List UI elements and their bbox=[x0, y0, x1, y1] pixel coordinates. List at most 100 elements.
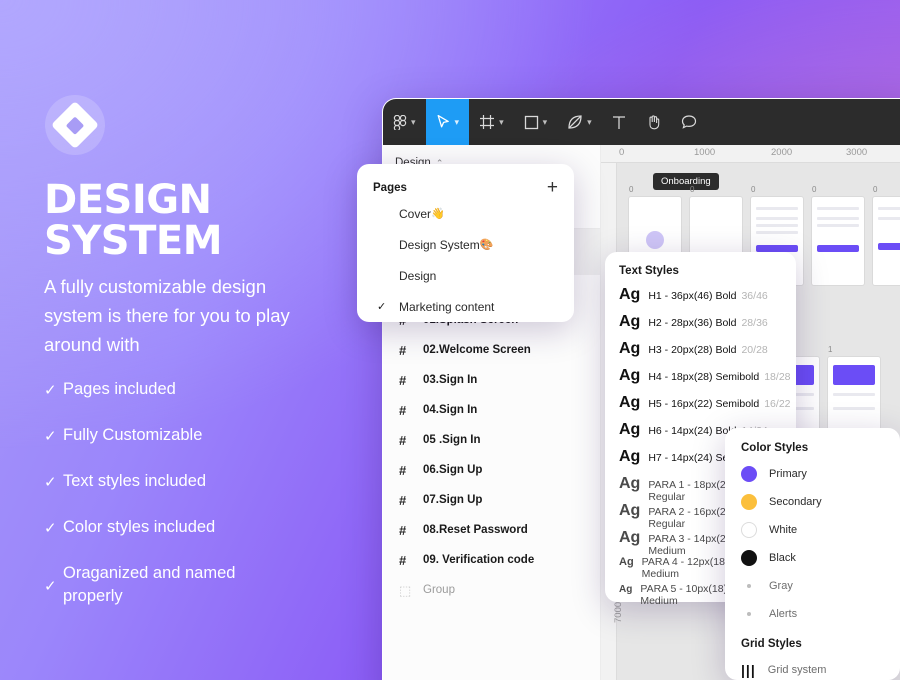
list-item[interactable]: #07.Sign Up bbox=[383, 485, 600, 515]
check-icon: ✓ bbox=[377, 301, 387, 313]
feature-label: Oraganized and named properly bbox=[63, 564, 236, 605]
list-item[interactable]: Ag H2 - 28px(36) Bold 28/36 bbox=[619, 313, 796, 340]
list-item-selected[interactable]: ✓ Marketing content bbox=[373, 292, 558, 321]
check-icon: ✓ bbox=[44, 382, 57, 399]
sample-text: Ag bbox=[619, 584, 633, 595]
list-item[interactable]: Black bbox=[741, 544, 900, 572]
shape-tool-icon[interactable]: ▾ bbox=[514, 99, 558, 145]
list-item: ✓ Text styles included bbox=[44, 470, 344, 494]
feature-list: ✓ Pages included ✓ Fully Customizable ✓ … bbox=[44, 378, 344, 630]
style-name: H6 - 14px(24) Bold bbox=[648, 425, 737, 437]
style-metric: 36/46 bbox=[741, 290, 768, 302]
artboard-label: 1 bbox=[828, 345, 833, 354]
layer-label: 03.Sign In bbox=[423, 374, 478, 386]
list-item[interactable]: #03.Sign In bbox=[383, 365, 600, 395]
list-item[interactable]: Design bbox=[373, 261, 558, 290]
sample-text: Ag bbox=[619, 340, 641, 357]
artboard-label: 0 bbox=[873, 185, 878, 194]
sample-text: Ag bbox=[619, 529, 641, 546]
list-item[interactable]: Alerts bbox=[741, 600, 900, 628]
color-label: Black bbox=[769, 552, 796, 564]
color-swatch-primary bbox=[741, 466, 757, 482]
list-item[interactable]: Cover 👋 bbox=[373, 199, 558, 228]
artboard-label: 0 bbox=[812, 185, 817, 194]
list-item: ✓ Color styles included bbox=[44, 516, 344, 540]
wave-emoji-icon: 👋 bbox=[431, 208, 445, 220]
color-swatch-white bbox=[741, 522, 757, 538]
pages-panel-title: Pages bbox=[373, 181, 407, 194]
list-item[interactable]: #09. Verification code bbox=[383, 545, 600, 575]
move-tool-icon[interactable]: ▾ bbox=[425, 99, 470, 145]
frame-icon: # bbox=[399, 492, 407, 508]
list-item[interactable]: ||| Grid system bbox=[741, 656, 900, 680]
horizontal-ruler: 0 1000 2000 3000 bbox=[601, 145, 900, 163]
feature-label: Color styles included bbox=[63, 518, 216, 536]
sample-text: Ag bbox=[619, 367, 641, 384]
frame-name-tag[interactable]: Onboarding bbox=[653, 173, 719, 190]
chevron-down-icon[interactable]: ▾ bbox=[455, 117, 460, 128]
chevron-down-icon[interactable]: ▾ bbox=[543, 117, 548, 128]
page-label: Design bbox=[399, 268, 437, 283]
list-item[interactable]: #02.Welcome Screen bbox=[383, 335, 600, 365]
style-name: H3 - 20px(28) Bold bbox=[648, 344, 737, 356]
style-name: H5 - 16px(22) Semibold bbox=[648, 398, 760, 410]
sample-text: Ag bbox=[619, 475, 641, 492]
text-styles-panel-title: Text Styles bbox=[619, 265, 679, 277]
style-metric: 16/22 bbox=[764, 398, 791, 410]
artboard[interactable]: 0 bbox=[812, 185, 864, 285]
color-swatch-secondary bbox=[741, 494, 757, 510]
grid-styles-title: Grid Styles bbox=[741, 638, 802, 650]
comment-tool-icon[interactable] bbox=[671, 99, 707, 145]
artboard[interactable]: 0 bbox=[873, 185, 900, 285]
palette-emoji-icon: 🎨 bbox=[479, 239, 494, 251]
page-title: DESIGN SYSTEM bbox=[44, 180, 374, 262]
sample-text: Ag bbox=[619, 502, 641, 519]
list-item[interactable]: Primary bbox=[741, 460, 900, 488]
page-subtitle: A fully customizable design system is th… bbox=[44, 276, 290, 355]
add-page-icon[interactable]: + bbox=[547, 178, 558, 197]
list-item[interactable]: Ag H5 - 16px(22) Semibold 16/22 bbox=[619, 394, 796, 421]
list-item[interactable]: #08.Reset Password bbox=[383, 515, 600, 545]
figma-toolbar: ▾ ▾ ▾ ▾ ▾ bbox=[383, 99, 900, 145]
list-item[interactable]: #05 .Sign In bbox=[383, 425, 600, 455]
feature-label: Pages included bbox=[63, 380, 176, 398]
list-item[interactable]: ⬚ Group bbox=[383, 575, 600, 605]
list-item: ✓ Fully Customizable bbox=[44, 424, 344, 448]
hand-tool-icon[interactable] bbox=[636, 99, 671, 145]
list-item[interactable]: Ag H4 - 18px(28) Semibold 18/28 bbox=[619, 367, 796, 394]
artboard-label: 0 bbox=[690, 185, 695, 194]
chevron-down-icon[interactable]: ▾ bbox=[411, 117, 416, 128]
feature-label: Fully Customizable bbox=[63, 426, 203, 444]
layer-label: 02.Welcome Screen bbox=[423, 344, 531, 356]
text-tool-icon[interactable] bbox=[602, 99, 636, 145]
style-name: H4 - 18px(28) Semibold bbox=[648, 371, 760, 383]
color-label: Secondary bbox=[769, 496, 822, 508]
list-item[interactable]: White bbox=[741, 516, 900, 544]
color-styles-panel: Color Styles Primary Secondary White Bla… bbox=[725, 428, 900, 680]
frame-icon: # bbox=[399, 462, 407, 478]
ruler-tick: 1000 bbox=[694, 147, 716, 158]
layer-list: ⬚Group #01.Splash Screen #02.Welcome Scr… bbox=[383, 275, 600, 605]
chevron-down-icon[interactable]: ▾ bbox=[499, 117, 504, 128]
list-item[interactable]: Gray bbox=[741, 572, 900, 600]
list-item[interactable]: Ag H1 - 36px(46) Bold 36/46 bbox=[619, 286, 796, 313]
list-item[interactable]: Design System 🎨 bbox=[373, 230, 558, 259]
pages-panel-header: Pages + bbox=[373, 178, 558, 197]
color-label: Primary bbox=[769, 468, 807, 480]
list-item[interactable]: #04.Sign In bbox=[383, 395, 600, 425]
frame-tool-icon[interactable]: ▾ bbox=[469, 99, 514, 145]
pen-tool-icon[interactable]: ▾ bbox=[557, 99, 602, 145]
chevron-down-icon[interactable]: ▾ bbox=[587, 117, 592, 128]
list-item[interactable]: #06.Sign Up bbox=[383, 455, 600, 485]
layer-label: 06.Sign Up bbox=[423, 464, 483, 476]
check-icon: ✓ bbox=[44, 520, 57, 537]
layer-label: 04.Sign In bbox=[423, 404, 478, 416]
grid-icon: ||| bbox=[741, 662, 756, 678]
list-item[interactable]: Ag H3 - 20px(28) Bold 20/28 bbox=[619, 340, 796, 367]
sample-text: Ag bbox=[619, 313, 641, 330]
style-name: H1 - 36px(46) Bold bbox=[648, 290, 737, 302]
logo-inner-diamond bbox=[65, 115, 85, 135]
check-icon: ✓ bbox=[44, 428, 57, 445]
list-item[interactable]: Secondary bbox=[741, 488, 900, 516]
color-styles-panel-title: Color Styles bbox=[741, 442, 809, 454]
